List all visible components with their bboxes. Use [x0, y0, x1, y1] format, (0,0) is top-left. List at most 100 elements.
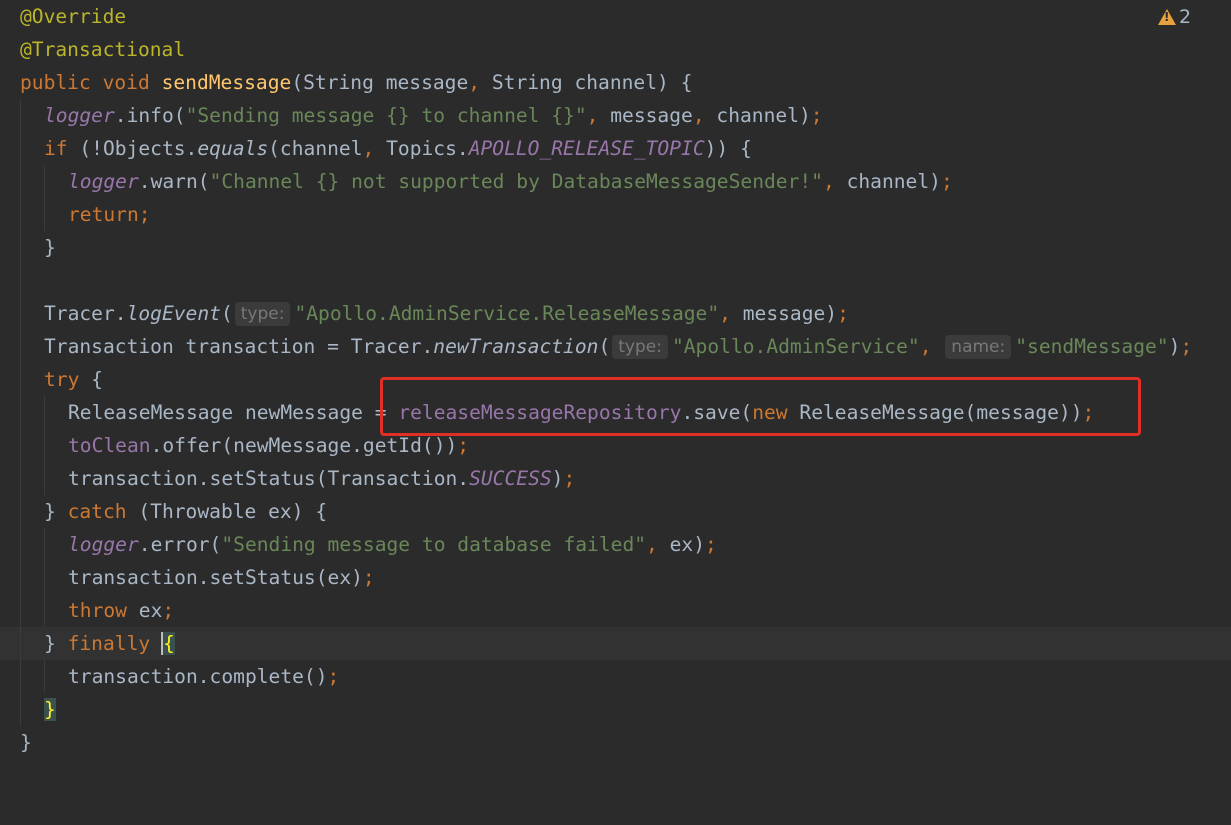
- static-field: SUCCESS: [469, 467, 552, 490]
- indent-guide: [20, 594, 21, 627]
- punctuation: ;: [1180, 335, 1193, 358]
- inlay-hint-type[interactable]: type:: [234, 302, 291, 326]
- string-literal: "Apollo.AdminService": [671, 335, 920, 358]
- code-line-19[interactable]: throw ex;: [0, 594, 1231, 627]
- code-line-18[interactable]: transaction.setStatus(ex);: [0, 561, 1231, 594]
- code-text: }: [20, 726, 32, 759]
- token: ex: [126, 599, 163, 622]
- indent-guide: [20, 99, 21, 132]
- code-line-5[interactable]: if (!Objects.equals(channel, Topics.APOL…: [0, 132, 1231, 165]
- code-text: logger.error("Sending message to databas…: [68, 528, 717, 561]
- indent-guide: [20, 627, 21, 660]
- code-line-8[interactable]: }: [0, 231, 1231, 264]
- keyword: public: [20, 71, 91, 94]
- token: (!Objects.: [67, 137, 198, 160]
- static-method: logEvent: [126, 302, 221, 325]
- punctuation: ,: [468, 71, 481, 94]
- punctuation: ,: [692, 104, 705, 127]
- indent-guide: [20, 429, 21, 462]
- token: ex): [657, 533, 706, 556]
- indent-guide: [20, 297, 21, 330]
- code-text: throw ex;: [68, 594, 174, 627]
- code-text: if (!Objects.equals(channel, Topics.APOL…: [44, 132, 752, 165]
- code-line-4[interactable]: logger.info("Sending message {} to chann…: [0, 99, 1231, 132]
- code-line-2[interactable]: @Transactional: [0, 33, 1231, 66]
- code-line-11[interactable]: Transaction transaction = Tracer.newTran…: [0, 330, 1231, 363]
- punctuation: ,: [586, 104, 599, 127]
- code-line-10[interactable]: Tracer.logEvent(type: "Apollo.AdminServic…: [0, 297, 1231, 330]
- code-line-15[interactable]: transaction.setStatus(Transaction.SUCCES…: [0, 462, 1231, 495]
- punctuation: ,: [919, 335, 932, 358]
- indent-guide: [20, 561, 21, 594]
- code-line-16[interactable]: } catch (Throwable ex) {: [0, 495, 1231, 528]
- punctuation: ,: [822, 170, 835, 193]
- code-line-6[interactable]: logger.warn("Channel {} not supported by…: [0, 165, 1231, 198]
- token: transaction.complete(): [68, 665, 328, 688]
- token: }: [44, 236, 56, 259]
- indent-guide: [20, 462, 21, 495]
- punctuation: ;: [162, 599, 175, 622]
- code-text: transaction.setStatus(ex);: [68, 561, 375, 594]
- indent-guide: [44, 198, 45, 231]
- annotation-override: @Override: [20, 5, 127, 28]
- inlay-hint-name[interactable]: name:: [945, 335, 1012, 359]
- code-text: } finally {: [44, 627, 175, 660]
- inlay-hint-type[interactable]: type:: [612, 335, 668, 359]
- keyword: if: [44, 137, 68, 160]
- token: (: [598, 335, 611, 358]
- punctuation: ;: [810, 104, 823, 127]
- token: ): [1168, 335, 1181, 358]
- code-text: } catch (Throwable ex) {: [44, 495, 327, 528]
- token: transaction.setStatus(Transaction.: [68, 467, 470, 490]
- string-literal: "Apollo.AdminService.ReleaseMessage": [294, 302, 720, 325]
- method-name: sendMessage: [161, 71, 292, 94]
- code-text: Transaction transaction = Tracer.newTran…: [44, 330, 1192, 363]
- token: Tracer.: [44, 302, 127, 325]
- punctuation: ,: [719, 302, 731, 325]
- field-logger: logger: [44, 104, 115, 127]
- code-line-7[interactable]: return;: [0, 198, 1231, 231]
- indent-guide: [20, 693, 21, 726]
- token: ReleaseMessage newMessage =: [68, 401, 399, 424]
- punctuation: ,: [362, 137, 375, 160]
- token: .error(: [138, 533, 222, 556]
- token: channel): [834, 170, 941, 193]
- indent-guide: [20, 264, 21, 297]
- static-field: APOLLO_RELEASE_TOPIC: [468, 137, 705, 160]
- keyword: throw: [68, 599, 127, 622]
- code-line-1[interactable]: @Override: [0, 0, 1231, 33]
- code-editor[interactable]: 2 @Override @Transactional public void s…: [0, 0, 1231, 767]
- code-line-21[interactable]: transaction.complete();: [0, 660, 1231, 693]
- indent-guide: [44, 462, 45, 495]
- indent-guide: [20, 330, 21, 363]
- code-line-17[interactable]: logger.error("Sending message to databas…: [0, 528, 1231, 561]
- code-text: }: [44, 231, 56, 264]
- indent-guide: [44, 165, 45, 198]
- token: }: [44, 500, 68, 523]
- code-text: public void sendMessage(String message, …: [20, 66, 692, 99]
- token: (Throwable ex) {: [126, 500, 328, 523]
- string-literal: "Sending message {} to channel {}": [185, 104, 587, 127]
- code-line-3[interactable]: public void sendMessage(String message, …: [0, 66, 1231, 99]
- field-logger: logger: [68, 533, 139, 556]
- indent-guide: [20, 132, 21, 165]
- token: .warn(: [138, 170, 210, 193]
- highlight-annotation-box: [380, 377, 1141, 436]
- code-line-23[interactable]: }: [0, 726, 1231, 759]
- code-line-22[interactable]: }: [0, 693, 1231, 726]
- keyword: try: [44, 368, 80, 391]
- code-line-20[interactable]: } finally {: [0, 627, 1231, 660]
- keyword: void: [102, 71, 150, 94]
- token: .info(: [114, 104, 186, 127]
- string-literal: "Channel {} not supported by DatabaseMes…: [209, 170, 823, 193]
- token: ): [551, 467, 564, 490]
- code-text: Tracer.logEvent(type: "Apollo.AdminServic…: [44, 297, 849, 330]
- code-line-9[interactable]: [0, 264, 1231, 297]
- indent-guide: [44, 594, 45, 627]
- code-text: logger.warn("Channel {} not supported by…: [68, 165, 953, 198]
- token: (String message: [291, 71, 469, 94]
- string-literal: "Sending message to database failed": [221, 533, 647, 556]
- indent-guide: [20, 165, 21, 198]
